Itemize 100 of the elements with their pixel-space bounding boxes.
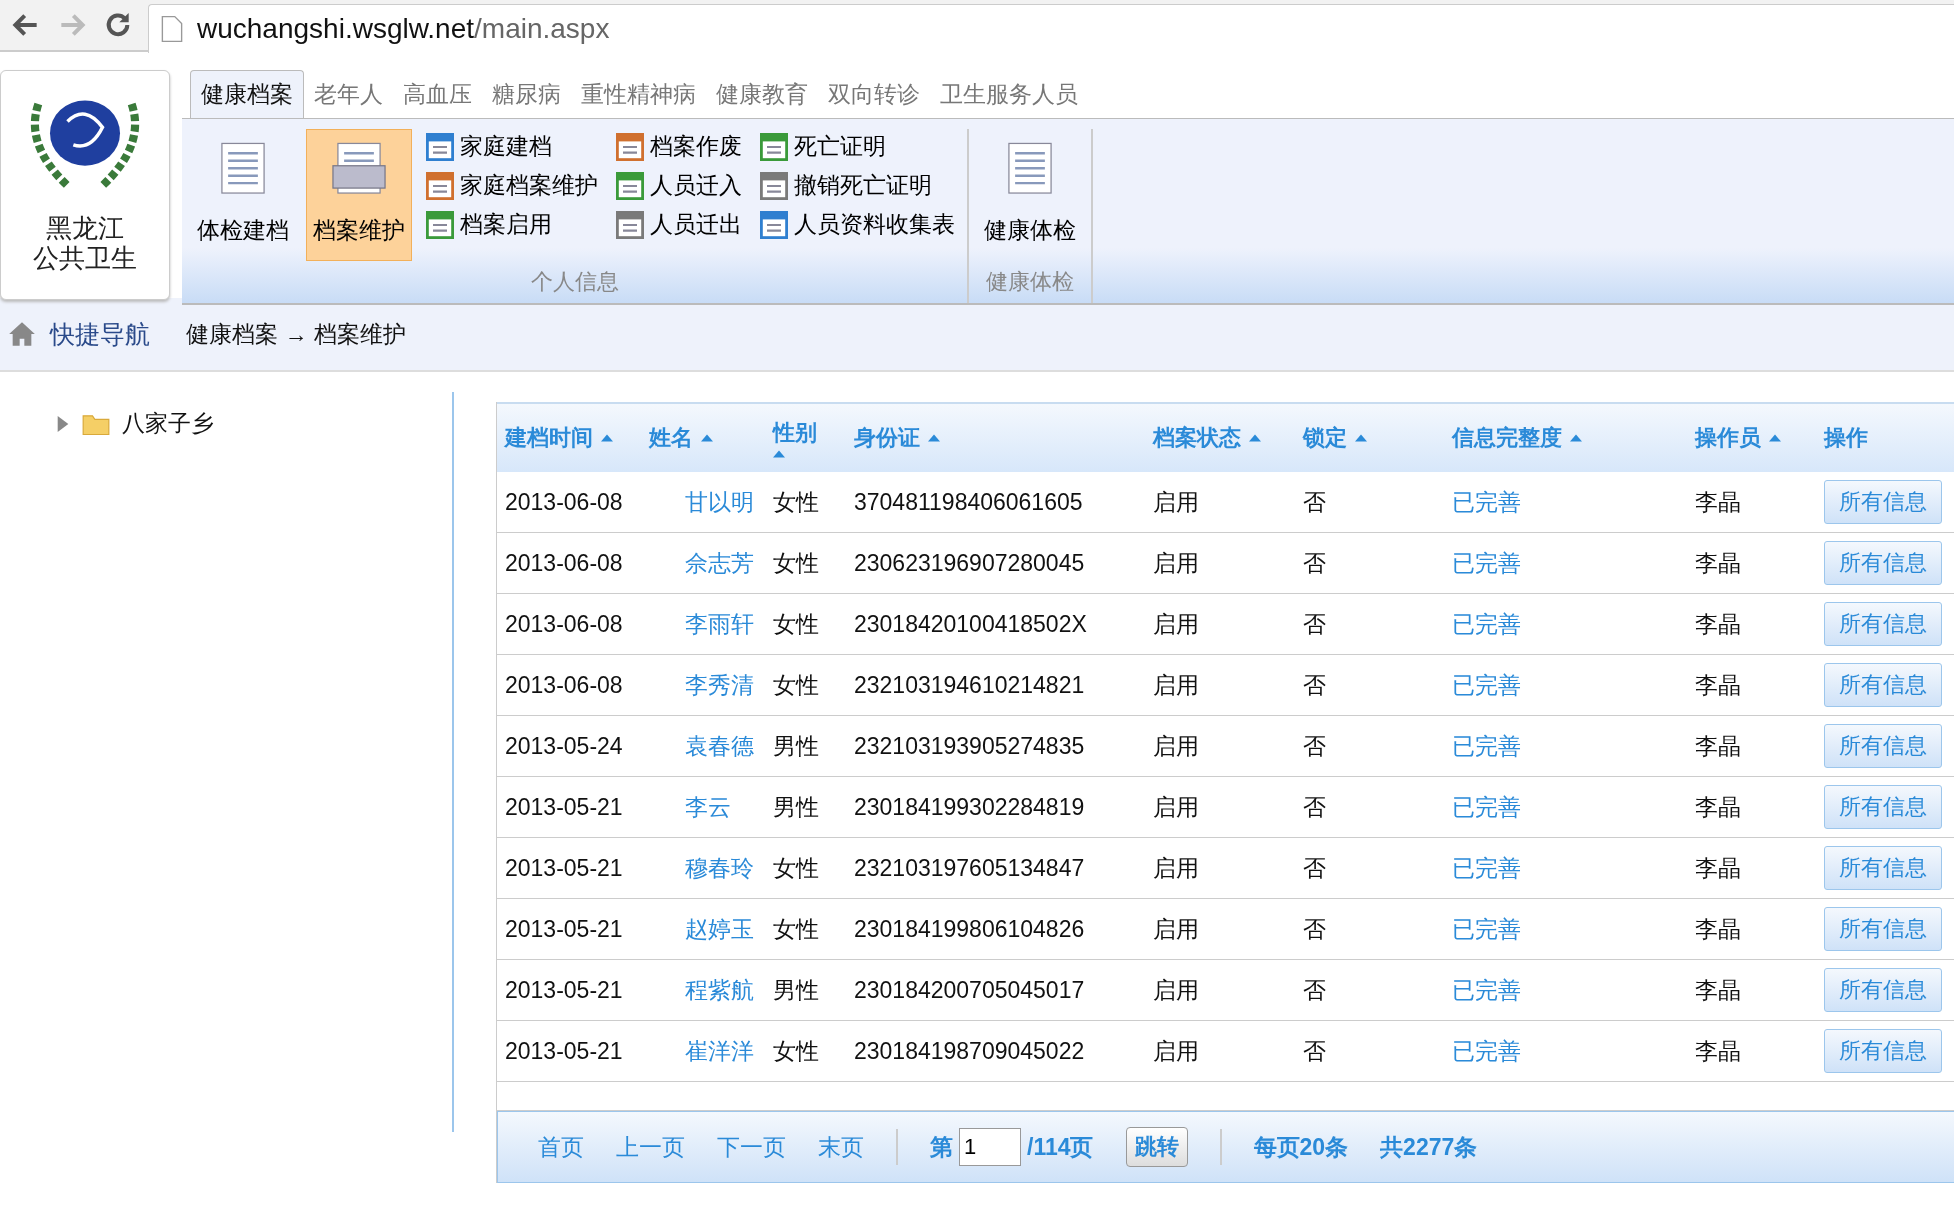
column-header[interactable]: 性别 — [773, 418, 817, 448]
all-info-button[interactable]: 所有信息 — [1824, 663, 1942, 707]
status-link[interactable]: 已完善 — [1452, 730, 1521, 762]
jump-button[interactable]: 跳转 — [1125, 1127, 1188, 1167]
all-info-button[interactable]: 所有信息 — [1824, 1029, 1942, 1073]
table-cell: 2013-05-21 — [505, 976, 623, 1004]
status-link[interactable]: 已完善 — [1452, 669, 1521, 701]
ribbon-item[interactable]: 人员迁入 — [612, 168, 746, 203]
table-cell-text: 启用 — [1153, 609, 1199, 639]
column-header[interactable]: 锁定 — [1303, 423, 1347, 453]
name-link[interactable]: 甘以明 — [685, 486, 754, 518]
name-link[interactable]: 崔洋洋 — [685, 1035, 754, 1067]
table-cell-text: 启用 — [1153, 853, 1199, 883]
expand-arrow-icon[interactable] — [56, 415, 70, 432]
name-link[interactable]: 穆春玲 — [685, 852, 754, 884]
page-input[interactable]: 1 — [959, 1128, 1021, 1166]
sort-icon[interactable] — [773, 450, 785, 458]
ribbon-item[interactable]: 撤销死亡证明 — [756, 168, 959, 203]
table-cell: 2013-05-21 — [505, 1037, 623, 1065]
ribbon-tab[interactable]: 老年人 — [304, 71, 393, 118]
ribbon-button[interactable]: 体检建档 — [190, 129, 296, 261]
ribbon-item[interactable]: 档案作废 — [612, 129, 746, 164]
pager-link[interactable]: 末页 — [818, 1131, 864, 1163]
all-info-button[interactable]: 所有信息 — [1824, 480, 1942, 524]
quick-nav-label[interactable]: 快捷导航 — [50, 317, 150, 351]
table-cell-text: 否 — [1303, 914, 1326, 944]
sort-icon[interactable] — [928, 434, 940, 442]
address-bar[interactable]: wuchangshi.wsglw.net/main.aspx — [148, 3, 1954, 53]
name-link[interactable]: 赵婷玉 — [685, 913, 754, 945]
ribbon-item[interactable]: 档案启用 — [422, 207, 602, 242]
ribbon-button[interactable]: 健康体检 — [977, 129, 1083, 261]
table-cell: 230184199302284819 — [854, 793, 1085, 821]
status-link[interactable]: 已完善 — [1452, 913, 1521, 945]
column-header[interactable]: 操作 — [1824, 423, 1868, 453]
group-title: 健康体检 — [986, 268, 1074, 296]
table-cell: 370481198406061605 — [854, 488, 1083, 516]
table-cell: 2013-06-08 — [505, 671, 623, 699]
name-link[interactable]: 李秀清 — [685, 669, 754, 701]
column-header[interactable]: 信息完整度 — [1452, 423, 1562, 453]
tree-item[interactable]: 八家子乡 — [122, 408, 214, 439]
table-cell-text: 李晶 — [1695, 609, 1741, 639]
sort-icon[interactable] — [1769, 434, 1781, 442]
all-info-button[interactable]: 所有信息 — [1824, 602, 1942, 646]
name-link[interactable]: 佘志芳 — [685, 547, 754, 579]
table-cell-text: 女性 — [773, 609, 819, 639]
ribbon-item[interactable]: 家庭档案维护 — [422, 168, 602, 203]
status-link[interactable]: 已完善 — [1452, 547, 1521, 579]
ribbon-item[interactable]: 人员资料收集表 — [756, 207, 959, 242]
table-cell-text: 女性 — [773, 1036, 819, 1066]
name-link[interactable]: 李云 — [685, 791, 731, 823]
table-cell-text: 启用 — [1153, 487, 1199, 517]
ribbon-tab[interactable]: 重性精神病 — [571, 71, 706, 118]
sort-icon[interactable] — [1249, 434, 1261, 442]
status-link[interactable]: 已完善 — [1452, 791, 1521, 823]
sort-icon[interactable] — [1355, 434, 1367, 442]
all-info-button[interactable]: 所有信息 — [1824, 541, 1942, 585]
status-link[interactable]: 已完善 — [1452, 974, 1521, 1006]
all-info-button[interactable]: 所有信息 — [1824, 907, 1942, 951]
column-header[interactable]: 操作员 — [1695, 423, 1761, 453]
home-icon[interactable] — [8, 320, 36, 348]
status-link[interactable]: 已完善 — [1452, 852, 1521, 884]
ribbon-tab[interactable]: 健康教育 — [706, 71, 818, 118]
table-cell-text: 启用 — [1153, 1036, 1199, 1066]
pager-link[interactable]: 首页 — [538, 1131, 584, 1163]
pager-link[interactable]: 上一页 — [616, 1131, 685, 1163]
all-info-button[interactable]: 所有信息 — [1824, 724, 1942, 768]
name-link[interactable]: 袁春德 — [685, 730, 754, 762]
ribbon-item[interactable]: 人员迁出 — [612, 207, 746, 242]
ribbon-item[interactable]: 家庭建档 — [422, 129, 602, 164]
column-header[interactable]: 姓名 — [649, 423, 693, 453]
sort-icon[interactable] — [1570, 434, 1582, 442]
table-cell-text: 启用 — [1153, 975, 1199, 1005]
ribbon-tab[interactable]: 高血压 — [393, 71, 482, 118]
status-link[interactable]: 已完善 — [1452, 486, 1521, 518]
column-header[interactable]: 身份证 — [854, 423, 920, 453]
status-link[interactable]: 已完善 — [1452, 608, 1521, 640]
table-cell-text: 李晶 — [1695, 731, 1741, 761]
table-cell: 230184198709045022 — [854, 1037, 1085, 1065]
ribbon-button[interactable]: 档案维护 — [306, 129, 412, 261]
name-link[interactable]: 李雨轩 — [685, 608, 754, 640]
table-cell: 230184200705045017 — [854, 976, 1085, 1004]
ribbon-tab[interactable]: 糖尿病 — [482, 71, 571, 118]
pager-link[interactable]: 下一页 — [717, 1131, 786, 1163]
all-info-button[interactable]: 所有信息 — [1824, 968, 1942, 1012]
all-info-button[interactable]: 所有信息 — [1824, 846, 1942, 890]
table-cell-text: 否 — [1303, 1036, 1326, 1066]
column-header[interactable]: 建档时间 — [505, 423, 593, 453]
all-info-button[interactable]: 所有信息 — [1824, 785, 1942, 829]
column-header[interactable]: 档案状态 — [1153, 423, 1241, 453]
status-link[interactable]: 已完善 — [1452, 1035, 1521, 1067]
ribbon-tab[interactable]: 健康档案 — [190, 70, 304, 118]
ribbon-item[interactable]: 死亡证明 — [756, 129, 959, 164]
table-cell-text: 李晶 — [1695, 853, 1741, 883]
name-link[interactable]: 程紫航 — [685, 974, 754, 1006]
form-icon — [760, 210, 788, 239]
table-cell: 232103197605134847 — [854, 854, 1085, 882]
ribbon-tab[interactable]: 卫生服务人员 — [930, 71, 1088, 118]
sort-icon[interactable] — [701, 434, 713, 442]
sort-icon[interactable] — [601, 434, 613, 442]
ribbon-tab[interactable]: 双向转诊 — [818, 71, 930, 118]
